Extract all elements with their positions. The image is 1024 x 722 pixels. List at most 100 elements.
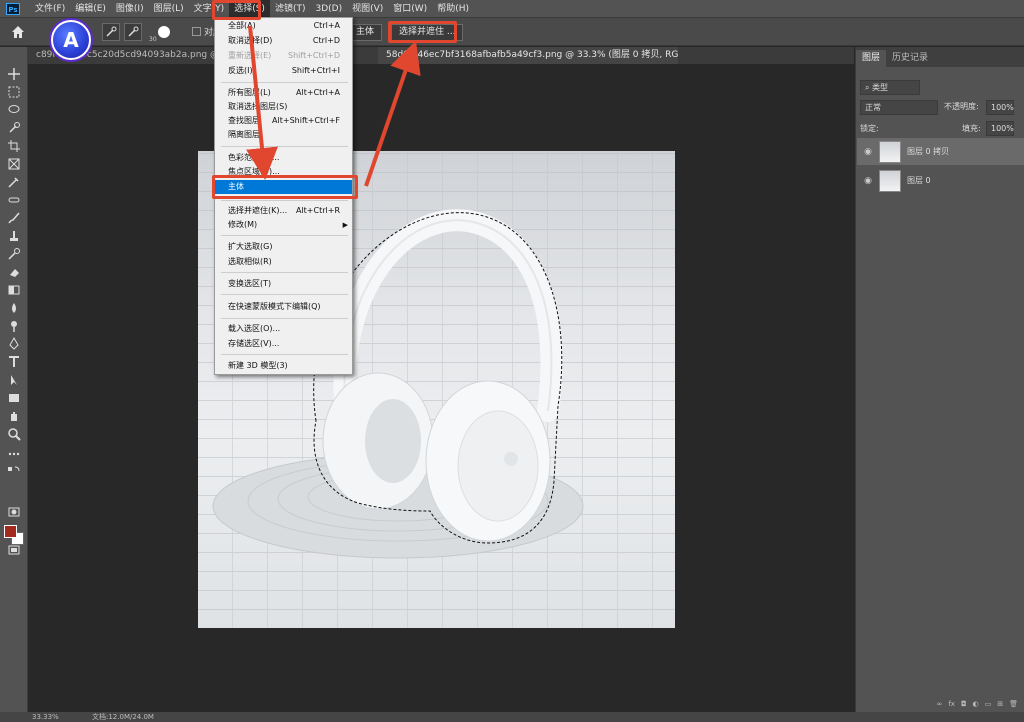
link-icon[interactable]: ∞ xyxy=(937,700,943,712)
layers-panel: 图层 历史记录 ⌕ 类型 正常 不透明度: 100% 锁定: 填充: 100% … xyxy=(855,47,1024,712)
quick-mask-icon[interactable] xyxy=(7,505,21,519)
menu-item-quick-mask[interactable]: 在快速蒙版模式下编辑(Q) xyxy=(215,300,352,314)
menu-item-load-selection[interactable]: 载入选区(O)... xyxy=(215,322,352,336)
gradient-tool-icon[interactable] xyxy=(7,283,21,297)
new-layer-icon[interactable]: ⊞ xyxy=(997,700,1003,712)
menu-item-label: 选择并遮住(K)... xyxy=(228,206,288,215)
visibility-eye-icon[interactable]: ◉ xyxy=(863,176,873,186)
blur-tool-icon[interactable] xyxy=(7,301,21,315)
trash-icon[interactable]: 🗑 xyxy=(1009,700,1018,712)
highlight-subject-item xyxy=(212,175,358,199)
menu-item-shortcut: Shift+Ctrl+D xyxy=(288,51,340,60)
frame-tool-icon[interactable] xyxy=(7,157,21,171)
tab-document-2[interactable]: 58d0...46ec7bf3168afbafb5a49cf3.png @ 33… xyxy=(378,47,678,64)
hand-tool-icon[interactable] xyxy=(7,409,21,423)
menu-item-reselect[interactable]: 重新选择(E) Shift+Ctrl+D xyxy=(215,49,352,63)
menu-separator xyxy=(221,354,348,355)
menu-item-color-range[interactable]: 色彩范围(C)... xyxy=(215,151,352,165)
crop-tool-icon[interactable] xyxy=(7,139,21,153)
menu-item-label: 在快速蒙版模式下编辑(Q) xyxy=(228,302,321,311)
menu-layer[interactable]: 图层(L) xyxy=(149,0,189,18)
watermark-logo-icon: A xyxy=(51,20,91,60)
lasso-tool-icon[interactable] xyxy=(7,103,21,117)
mask-icon[interactable]: ◘ xyxy=(961,700,967,712)
menu-file[interactable]: 文件(F) xyxy=(30,0,70,18)
menu-item-modify[interactable]: 修改(M) ▶ xyxy=(215,218,352,232)
highlight-select-menu xyxy=(212,0,261,20)
rectangle-tool-icon[interactable] xyxy=(7,391,21,405)
menu-separator xyxy=(221,200,348,201)
menu-item-all-layers[interactable]: 所有图层(L) Alt+Ctrl+A xyxy=(215,86,352,100)
pen-tool-icon[interactable] xyxy=(7,337,21,351)
select-subject-button[interactable]: 主体 xyxy=(348,24,383,41)
zoom-level[interactable]: 33.33% xyxy=(32,712,59,722)
screen-mode-icon[interactable] xyxy=(7,543,21,557)
menu-item-shortcut: Ctrl+D xyxy=(312,36,340,45)
menu-item-deselect[interactable]: 取消选择(D) Ctrl+D xyxy=(215,34,352,48)
menu-window[interactable]: 窗口(W) xyxy=(388,0,432,18)
layer-row[interactable]: ◉ 图层 0 xyxy=(857,167,1024,194)
menu-image[interactable]: 图像(I) xyxy=(111,0,149,18)
menu-item-grow[interactable]: 扩大选取(G) xyxy=(215,240,352,254)
menu-item-label: 取消选择图层(S) xyxy=(228,102,288,111)
panel-tabs: 图层 历史记录 xyxy=(856,47,1024,67)
menu-item-label: 全部(A) xyxy=(228,21,256,30)
menu-item-label: 存储选区(V)... xyxy=(228,339,280,348)
menu-help[interactable]: 帮助(H) xyxy=(432,0,474,18)
swap-colors-icon[interactable] xyxy=(7,465,21,475)
home-icon[interactable] xyxy=(10,24,26,40)
visibility-eye-icon[interactable]: ◉ xyxy=(863,147,873,157)
photoshop-logo-icon: Ps xyxy=(6,2,20,15)
brush-tool-icon[interactable] xyxy=(7,211,21,225)
menu-item-transform-selection[interactable]: 变换选区(T) xyxy=(215,277,352,291)
status-bar: 33.33% 文档:12.0M/24.0M xyxy=(0,712,1024,722)
adjustment-icon[interactable]: ◐ xyxy=(973,700,979,712)
tab-layers[interactable]: 图层 xyxy=(856,50,887,67)
dodge-tool-icon[interactable] xyxy=(7,319,21,333)
eraser-tool-icon[interactable] xyxy=(7,265,21,279)
menu-separator xyxy=(221,235,348,236)
menu-item-save-selection[interactable]: 存储选区(V)... xyxy=(215,337,352,351)
menu-item-shortcut: Alt+Ctrl+A xyxy=(296,88,340,97)
quick-selection-tool-icon[interactable] xyxy=(7,121,21,135)
menu-item-isolate-layers[interactable]: 隔离图层 xyxy=(215,128,352,142)
history-brush-tool-icon[interactable] xyxy=(7,247,21,261)
more-tools-icon[interactable] xyxy=(7,447,21,461)
menu-edit[interactable]: 编辑(E) xyxy=(70,0,111,18)
healing-brush-tool-icon[interactable] xyxy=(7,193,21,207)
foreground-color-swatch[interactable] xyxy=(4,525,17,538)
menu-item-select-and-mask[interactable]: 选择并遮住(K)... Alt+Ctrl+R xyxy=(215,204,352,218)
layers-panel-footer: ∞ fx ◘ ◐ ▭ ⊞ 🗑 xyxy=(857,700,1024,712)
menu-item-find-layers[interactable]: 查找图层 Alt+Shift+Ctrl+F xyxy=(215,114,352,128)
menu-filter[interactable]: 滤镜(T) xyxy=(270,0,311,18)
type-tool-icon[interactable] xyxy=(7,355,21,369)
layer-filter-select[interactable]: ⌕ 类型 xyxy=(860,80,920,95)
move-tool-icon[interactable] xyxy=(7,67,21,81)
path-selection-tool-icon[interactable] xyxy=(7,373,21,387)
layer-name: 图层 0 拷贝 xyxy=(907,147,950,156)
menu-item-inverse[interactable]: 反选(I) Shift+Ctrl+I xyxy=(215,64,352,78)
clone-stamp-tool-icon[interactable] xyxy=(7,229,21,243)
sample-all-layers-checkbox[interactable] xyxy=(192,27,201,36)
menu-item-new-3d-model[interactable]: 新建 3D 模型(3) xyxy=(215,359,352,373)
quick-selection-new-icon[interactable] xyxy=(102,22,120,41)
menu-item-similar[interactable]: 选取相似(R) xyxy=(215,255,352,269)
menu-view[interactable]: 视图(V) xyxy=(347,0,388,18)
folder-icon[interactable]: ▭ xyxy=(985,700,992,712)
tab-history[interactable]: 历史记录 xyxy=(886,50,934,67)
quick-selection-add-icon[interactable] xyxy=(124,22,142,41)
zoom-tool-icon[interactable] xyxy=(7,427,21,441)
menu-item-deselect-layers[interactable]: 取消选择图层(S) xyxy=(215,100,352,114)
opacity-label: 不透明度: xyxy=(944,102,979,111)
menu-item-all[interactable]: 全部(A) Ctrl+A xyxy=(215,19,352,33)
menu-3d[interactable]: 3D(D) xyxy=(310,0,347,18)
blend-mode-select[interactable]: 正常 xyxy=(860,100,938,115)
fx-icon[interactable]: fx xyxy=(948,700,955,712)
fill-input[interactable]: 100% xyxy=(986,121,1014,136)
marquee-tool-icon[interactable] xyxy=(7,85,21,99)
opacity-input[interactable]: 100% xyxy=(986,100,1014,115)
eyedropper-tool-icon[interactable] xyxy=(7,175,21,189)
menu-bar: Ps 文件(F) 编辑(E) 图像(I) 图层(L) 文字(Y) 选择(S) 滤… xyxy=(0,0,1024,18)
layer-row[interactable]: ◉ 图层 0 拷贝 xyxy=(857,138,1024,165)
brush-size-icon[interactable] xyxy=(158,25,170,38)
